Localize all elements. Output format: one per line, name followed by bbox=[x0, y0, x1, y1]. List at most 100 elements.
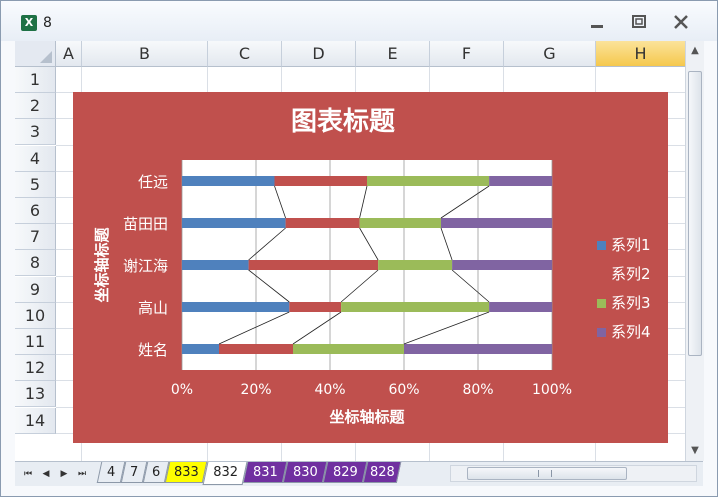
select-all-corner[interactable] bbox=[15, 41, 56, 67]
legend-label: 系列3 bbox=[611, 294, 651, 312]
bar-segment bbox=[182, 260, 249, 270]
column-header-h[interactable]: H bbox=[596, 41, 685, 67]
sheet-tab-label: 831 bbox=[252, 465, 278, 480]
first-sheet-icon[interactable]: ⏮ bbox=[21, 466, 35, 482]
row-header-9[interactable]: 9 bbox=[15, 276, 56, 303]
bar-segment bbox=[378, 260, 453, 270]
stacked-bar-chart: 0% 20% 40% 60% 80% 100%姓名高山谢江海苗田田任远图表标题坐标轴标题坐… bbox=[93, 107, 651, 426]
restore-icon bbox=[632, 15, 646, 28]
bar-segment bbox=[182, 344, 219, 354]
sheet-tab-828[interactable]: 828 bbox=[362, 462, 402, 483]
sheet-tab-833[interactable]: 833 bbox=[164, 462, 208, 483]
row-header-6[interactable]: 6 bbox=[15, 198, 56, 224]
legend-swatch bbox=[597, 241, 606, 250]
bar-segment bbox=[404, 344, 552, 354]
bar-segment bbox=[359, 218, 441, 228]
category-label: 任远 bbox=[138, 173, 168, 191]
column-header-g[interactable]: G bbox=[504, 41, 596, 67]
row-header-12[interactable]: 12 bbox=[15, 355, 56, 382]
row-header-1[interactable]: 1 bbox=[15, 67, 56, 93]
bar-segment bbox=[441, 218, 552, 228]
row-header-14[interactable]: 14 bbox=[15, 407, 56, 434]
sheet-tab-label: 4 bbox=[106, 465, 116, 480]
x-tick-label: 20% bbox=[240, 382, 271, 398]
x-tick-label: 80% bbox=[462, 382, 493, 398]
sheet-tab-829[interactable]: 829 bbox=[322, 462, 368, 483]
sheet-tab-label: 832 bbox=[212, 465, 238, 480]
prev-sheet-icon[interactable]: ◀ bbox=[39, 466, 53, 482]
bar-segment bbox=[341, 302, 490, 312]
row-header-4[interactable]: 4 bbox=[15, 145, 56, 172]
row-header-7[interactable]: 7 bbox=[15, 224, 56, 251]
bar-segment bbox=[452, 260, 552, 270]
bar-segment bbox=[182, 302, 290, 312]
excel-app-icon[interactable]: X bbox=[21, 15, 37, 31]
x-axis-title: 坐标轴标题 bbox=[329, 408, 405, 426]
sheet-tab-label: 830 bbox=[292, 465, 318, 480]
column-header-e[interactable]: E bbox=[356, 41, 430, 67]
column-header-d[interactable]: D bbox=[282, 41, 356, 67]
bar-segment bbox=[182, 176, 275, 186]
column-header-c[interactable]: C bbox=[208, 41, 282, 67]
window-title: 8 bbox=[43, 15, 52, 31]
legend-label: 系列2 bbox=[611, 265, 651, 283]
legend-label: 系列4 bbox=[611, 323, 651, 341]
legend-swatch bbox=[597, 270, 606, 279]
x-tick-label: 60% bbox=[388, 382, 419, 398]
minimize-icon bbox=[591, 25, 603, 28]
x-tick-label: 40% bbox=[314, 382, 345, 398]
scroll-down-icon[interactable]: ▼ bbox=[686, 443, 704, 459]
bar-segment bbox=[293, 344, 404, 354]
bar-segment bbox=[248, 260, 379, 270]
chart-title: 图表标题 bbox=[291, 107, 395, 137]
category-label: 谢江海 bbox=[123, 257, 168, 275]
sheet-tab-831[interactable]: 831 bbox=[242, 462, 288, 483]
bar-segment bbox=[489, 176, 552, 186]
legend-label: 系列1 bbox=[611, 236, 651, 254]
row-header-3[interactable]: 3 bbox=[15, 119, 56, 146]
bar-segment bbox=[489, 302, 552, 312]
last-sheet-icon[interactable]: ⏭ bbox=[75, 466, 89, 482]
chart-area[interactable]: 0% 20% 40% 60% 80% 100% 姓名 高山 谢江海 苗田田 任远 图表标题 坐标轴标题坐… bbox=[73, 92, 668, 443]
category-label: 高山 bbox=[138, 299, 168, 317]
sheet-tab-label: 7 bbox=[129, 465, 139, 480]
y-axis-title: 坐标轴标题 bbox=[93, 227, 111, 303]
sheet-tab-832[interactable]: 832 bbox=[202, 462, 248, 485]
bar-segment bbox=[219, 344, 293, 354]
bar-segment bbox=[285, 218, 360, 228]
horizontal-scroll-thumb[interactable] bbox=[467, 467, 627, 480]
row-header-13[interactable]: 13 bbox=[15, 381, 56, 408]
bar-segment bbox=[367, 176, 490, 186]
row-header-2[interactable]: 2 bbox=[15, 93, 56, 120]
sheet-tab-label: 833 bbox=[173, 465, 199, 480]
excel-window: X 8 A B C D E F G H 1 2 3 4 5 6 7 8 9 10 11 12 13 14 ▲ ▼ 0% 20… bbox=[0, 0, 718, 497]
close-button[interactable] bbox=[667, 13, 695, 33]
sheet-tab-label: 6 bbox=[151, 465, 161, 480]
row-header-10[interactable]: 10 bbox=[15, 302, 56, 329]
next-sheet-icon[interactable]: ▶ bbox=[57, 466, 71, 482]
legend-swatch bbox=[597, 328, 606, 337]
title-bar: X 8 bbox=[1, 1, 717, 41]
category-label: 姓名 bbox=[138, 341, 168, 359]
bar-segment bbox=[274, 176, 367, 186]
x-tick-label: 100% bbox=[532, 382, 572, 398]
vertical-scroll-thumb[interactable] bbox=[688, 71, 702, 356]
bar-segment bbox=[182, 218, 286, 228]
row-header-5[interactable]: 5 bbox=[15, 171, 56, 198]
row-header-11[interactable]: 11 bbox=[15, 329, 56, 355]
row-header-8[interactable]: 8 bbox=[15, 250, 56, 277]
minimize-button[interactable] bbox=[583, 13, 611, 33]
legend-swatch bbox=[597, 299, 606, 308]
scroll-up-icon[interactable]: ▲ bbox=[686, 43, 704, 59]
sheet-tab-label: 828 bbox=[369, 465, 395, 480]
x-tick-label: 0% bbox=[171, 382, 193, 398]
restore-button[interactable] bbox=[625, 13, 653, 33]
horizontal-scrollbar[interactable] bbox=[450, 465, 697, 482]
column-header-a[interactable]: A bbox=[56, 41, 82, 67]
close-icon bbox=[674, 15, 688, 29]
sheet-tab-830[interactable]: 830 bbox=[282, 462, 328, 483]
column-header-b[interactable]: B bbox=[82, 41, 208, 67]
column-header-f[interactable]: F bbox=[430, 41, 504, 67]
category-label: 苗田田 bbox=[123, 215, 168, 233]
vertical-scrollbar[interactable]: ▲ ▼ bbox=[685, 41, 704, 461]
